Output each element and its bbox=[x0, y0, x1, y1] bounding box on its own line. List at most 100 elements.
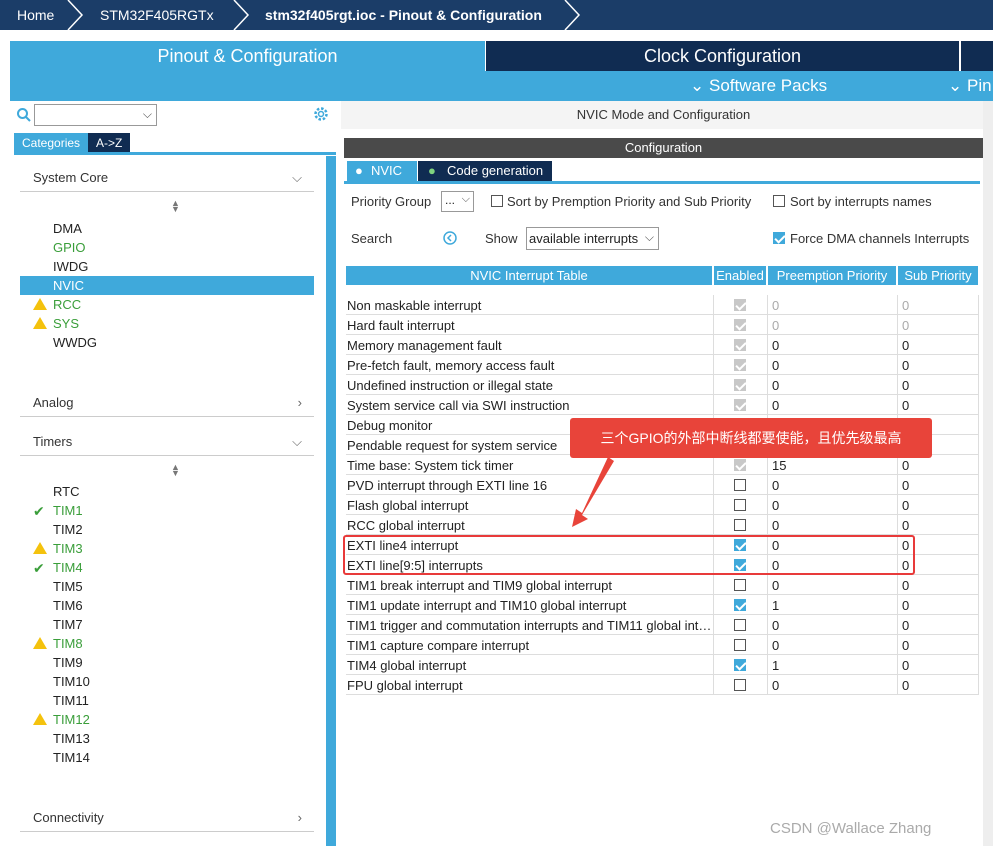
sidebar-item-tim4[interactable]: ✔ TIM4 bbox=[20, 558, 314, 577]
sub-priority-cell[interactable]: 0 bbox=[897, 495, 979, 515]
sidebar-item-tim1[interactable]: ✔ TIM1 bbox=[20, 501, 314, 520]
table-row[interactable]: Flash global interrupt 0 0 bbox=[346, 495, 979, 515]
sidebar-item-tim11[interactable]: TIM11 bbox=[20, 691, 314, 710]
enabled-checkbox[interactable] bbox=[734, 499, 746, 511]
sidebar-item-rtc[interactable]: RTC bbox=[20, 482, 314, 501]
table-row[interactable]: TIM1 capture compare interrupt 0 0 bbox=[346, 635, 979, 655]
tab-code-generation[interactable]: ● Code generation bbox=[418, 161, 552, 181]
sub-priority-cell[interactable]: 0 bbox=[897, 655, 979, 675]
preemption-cell[interactable]: 0 bbox=[767, 335, 897, 355]
sidebar-item-nvic[interactable]: NVIC bbox=[20, 276, 314, 295]
sort-premption-checkbox[interactable] bbox=[491, 195, 503, 207]
sidebar-item-tim3[interactable]: TIM3 bbox=[20, 539, 314, 558]
sidebar-item-tim12[interactable]: TIM12 bbox=[20, 710, 314, 729]
preemption-cell[interactable]: 0 bbox=[767, 395, 897, 415]
enabled-checkbox[interactable] bbox=[734, 639, 746, 651]
tab-clock-configuration[interactable]: Clock Configuration bbox=[486, 41, 959, 71]
sort-icon[interactable]: ▲ ▼ bbox=[171, 463, 180, 478]
preemption-cell[interactable]: 0 bbox=[767, 475, 897, 495]
preemption-cell[interactable]: 0 bbox=[767, 495, 897, 515]
preemption-cell[interactable]: 0 bbox=[767, 635, 897, 655]
sidebar-item-tim9[interactable]: TIM9 bbox=[20, 653, 314, 672]
search-back-icon[interactable] bbox=[443, 231, 457, 245]
sidebar-item-tim10[interactable]: TIM10 bbox=[20, 672, 314, 691]
table-row[interactable]: Pre-fetch fault, memory access fault 0 0 bbox=[346, 355, 979, 375]
sub-priority-cell[interactable]: 0 bbox=[897, 615, 979, 635]
preemption-cell[interactable]: 0 bbox=[767, 675, 897, 695]
sort-icon[interactable]: ▲ ▼ bbox=[171, 199, 180, 214]
table-row[interactable]: System service call via SWI instruction 0… bbox=[346, 395, 979, 415]
sidebar-item-wwdg[interactable]: WWDG bbox=[20, 333, 314, 352]
enabled-checkbox[interactable] bbox=[734, 519, 746, 531]
preemption-cell[interactable]: 0 bbox=[767, 375, 897, 395]
tab-overflow[interactable] bbox=[960, 41, 993, 71]
breadcrumb-device[interactable]: STM32F405RGTx bbox=[100, 0, 214, 30]
force-dma-checkbox[interactable] bbox=[773, 232, 785, 244]
preemption-cell[interactable]: 0 bbox=[767, 295, 897, 315]
table-row[interactable]: FPU global interrupt 0 0 bbox=[346, 675, 979, 695]
section-connectivity[interactable]: Connectivity › bbox=[20, 804, 314, 832]
sub-priority-cell[interactable]: 0 bbox=[897, 475, 979, 495]
sub-priority-cell[interactable]: 0 bbox=[897, 375, 979, 395]
sidebar-item-tim13[interactable]: TIM13 bbox=[20, 729, 314, 748]
table-row[interactable]: Non maskable interrupt 0 0 bbox=[346, 295, 979, 315]
enabled-checkbox[interactable] bbox=[734, 599, 746, 611]
table-row[interactable]: Time base: System tick timer 15 0 bbox=[346, 455, 979, 475]
tab-pinout-configuration[interactable]: Pinout & Configuration bbox=[10, 41, 485, 71]
sidebar-item-tim14[interactable]: TIM14 bbox=[20, 748, 314, 767]
table-row[interactable]: RCC global interrupt 0 0 bbox=[346, 515, 979, 535]
sidebar-item-tim7[interactable]: TIM7 bbox=[20, 615, 314, 634]
table-row[interactable]: Undefined instruction or illegal state 0 0 bbox=[346, 375, 979, 395]
breadcrumb-project[interactable]: stm32f405rgt.ioc - Pinout & Configuratio… bbox=[265, 0, 542, 30]
header-enabled[interactable]: Enabled bbox=[714, 266, 766, 285]
gear-icon[interactable] bbox=[312, 105, 330, 123]
preemption-cell[interactable]: 0 bbox=[767, 315, 897, 335]
enabled-checkbox[interactable] bbox=[734, 479, 746, 491]
sub-priority-cell[interactable]: 0 bbox=[897, 675, 979, 695]
category-search-dropdown[interactable]: ⌵ bbox=[34, 104, 157, 126]
sort-names-checkbox[interactable] bbox=[773, 195, 785, 207]
sidebar-item-tim8[interactable]: TIM8 bbox=[20, 634, 314, 653]
sidebar-item-rcc[interactable]: RCC bbox=[20, 295, 314, 314]
section-analog[interactable]: Analog › bbox=[20, 389, 314, 417]
category-scrollbar[interactable] bbox=[326, 156, 336, 846]
section-system-core[interactable]: System Core ⌵ bbox=[20, 164, 314, 192]
sidebar-item-tim6[interactable]: TIM6 bbox=[20, 596, 314, 615]
sidebar-item-tim2[interactable]: TIM2 bbox=[20, 520, 314, 539]
table-row[interactable]: TIM1 break interrupt and TIM9 global int… bbox=[346, 575, 979, 595]
show-select[interactable]: available interrupts ⌵ bbox=[526, 227, 659, 250]
sidebar-item-dma[interactable]: DMA bbox=[20, 219, 314, 238]
header-nvic-table[interactable]: NVIC Interrupt Table bbox=[346, 266, 712, 285]
table-row[interactable]: TIM4 global interrupt 1 0 bbox=[346, 655, 979, 675]
section-timers[interactable]: Timers ⌵ bbox=[20, 428, 314, 456]
table-row[interactable]: Hard fault interrupt 0 0 bbox=[346, 315, 979, 335]
priority-group-select[interactable]: ... ⌵ bbox=[441, 191, 474, 212]
sub-priority-cell[interactable]: 0 bbox=[897, 395, 979, 415]
table-row[interactable]: TIM1 trigger and commutation interrupts … bbox=[346, 615, 979, 635]
sub-priority-cell[interactable]: 0 bbox=[897, 635, 979, 655]
sidebar-item-sys[interactable]: SYS bbox=[20, 314, 314, 333]
breadcrumb-home[interactable]: Home bbox=[17, 0, 54, 30]
sub-priority-cell[interactable]: 0 bbox=[897, 515, 979, 535]
sidebar-item-tim5[interactable]: TIM5 bbox=[20, 577, 314, 596]
right-scrollbar[interactable] bbox=[983, 101, 993, 846]
sidebar-item-gpio[interactable]: GPIO bbox=[20, 238, 314, 257]
enabled-checkbox[interactable] bbox=[734, 659, 746, 671]
enabled-checkbox[interactable] bbox=[734, 579, 746, 591]
preemption-cell[interactable]: 0 bbox=[767, 615, 897, 635]
preemption-cell[interactable]: 1 bbox=[767, 595, 897, 615]
sub-priority-cell[interactable]: 0 bbox=[897, 335, 979, 355]
sub-priority-cell[interactable]: 0 bbox=[897, 595, 979, 615]
sidebar-item-iwdg[interactable]: IWDG bbox=[20, 257, 314, 276]
header-preemption-priority[interactable]: Preemption Priority bbox=[768, 266, 896, 285]
preemption-cell[interactable]: 15 bbox=[767, 455, 897, 475]
sub-priority-cell[interactable]: 0 bbox=[897, 295, 979, 315]
table-row[interactable]: PVD interrupt through EXTI line 16 0 0 bbox=[346, 475, 979, 495]
enabled-checkbox[interactable] bbox=[734, 619, 746, 631]
tab-nvic[interactable]: ● NVIC bbox=[347, 161, 417, 181]
preemption-cell[interactable]: 1 bbox=[767, 655, 897, 675]
sub-priority-cell[interactable]: 0 bbox=[897, 575, 979, 595]
software-packs-menu[interactable]: ⌄ Software Packs bbox=[690, 71, 827, 101]
tab-a-z[interactable]: A->Z bbox=[88, 133, 131, 153]
table-row[interactable]: Memory management fault 0 0 bbox=[346, 335, 979, 355]
